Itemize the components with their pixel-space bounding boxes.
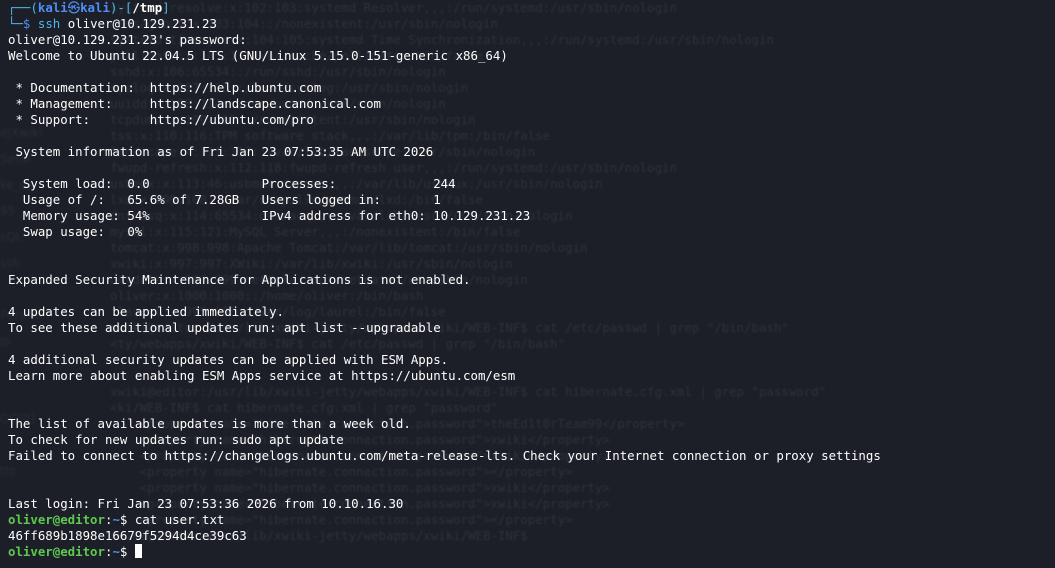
oliver-active-prompt[interactable]: oliver@editor:~$ [8, 544, 1055, 560]
prompt-at-symbol: ㉿ [67, 0, 81, 15]
password-prompt-line: oliver@10.129.231.23's password: [8, 32, 247, 47]
prompt-close-bracket: ] [162, 0, 170, 15]
command-name: ssh [37, 16, 61, 31]
welcome-line: Welcome to Ubuntu 22.04.5 LTS (GNU/Linux… [8, 48, 508, 63]
kali-command-line: └─$ ssh oliver@10.129.231.23 [8, 16, 1055, 32]
support-line: * Support: https://ubuntu.com/pro [8, 112, 314, 127]
failed-connect-line: Failed to connect to https://changelogs.… [8, 448, 881, 463]
system-info-line: System information as of Fri Jan 23 07:5… [8, 144, 434, 159]
stats-line: Usage of /: 65.6% of 7.28GB Users logged… [8, 192, 441, 207]
shell-user-host: oliver@editor [8, 544, 105, 559]
esm-line: Expanded Security Maintenance for Applic… [8, 272, 471, 287]
user-flag-line: 46ff689b1898e16679f5294d4ce39c63 [8, 528, 247, 543]
last-login-line: Last login: Fri Jan 23 07:53:36 2026 fro… [8, 496, 404, 511]
documentation-line: * Documentation: https://help.ubuntu.com [8, 80, 322, 95]
prompt-dollar: $ [22, 16, 31, 31]
shell-path: ~ [112, 544, 120, 559]
stats-line: Swap usage: 0% [8, 224, 143, 239]
stats-line: System load: 0.0 Processes: 244 [8, 176, 456, 191]
prompt-corner-top: ┌── [8, 0, 31, 15]
old-list-line: The list of available updates is more th… [8, 416, 411, 431]
shell-command: cat user.txt [127, 512, 225, 527]
updates-line: 4 updates can be applied immediately. [8, 304, 285, 319]
prompt-host: kali [80, 0, 110, 15]
terminal-output: ┌──(kali㉿kali)-[/tmp] └─$ ssh oliver@10.… [8, 0, 1055, 568]
oliver-command-line: oliver@editor:~$ cat user.txt [8, 512, 1055, 528]
security-line: 4 additional security updates can be app… [8, 352, 449, 367]
shell-path: ~ [112, 512, 120, 527]
terminal-window[interactable]: systemd-resolve:x:102:103:systemd Resolv… [0, 0, 1055, 568]
text-cursor [134, 544, 142, 558]
prompt-user: kali [37, 0, 68, 15]
shell-user-host: oliver@editor [8, 512, 105, 527]
prompt-path: /tmp [132, 0, 163, 15]
check-updates-line: To check for new updates run: sudo apt u… [8, 432, 344, 447]
shell-input[interactable] [127, 544, 134, 559]
prompt-open-paren: ( [30, 0, 38, 15]
stats-line: Memory usage: 54% IPv4 address for eth0:… [8, 208, 531, 223]
updates-line: To see these additional updates run: apt… [8, 320, 441, 335]
kali-prompt-header: ┌──(kali㉿kali)-[/tmp] [8, 0, 1055, 16]
security-line: Learn more about enabling ESM Apps servi… [8, 368, 516, 383]
prompt-dash: - [117, 0, 125, 15]
command-args: oliver@10.129.231.23 [67, 16, 217, 31]
management-line: * Management: https://landscape.canonica… [8, 96, 381, 111]
prompt-corner-bottom: └─ [8, 16, 23, 31]
